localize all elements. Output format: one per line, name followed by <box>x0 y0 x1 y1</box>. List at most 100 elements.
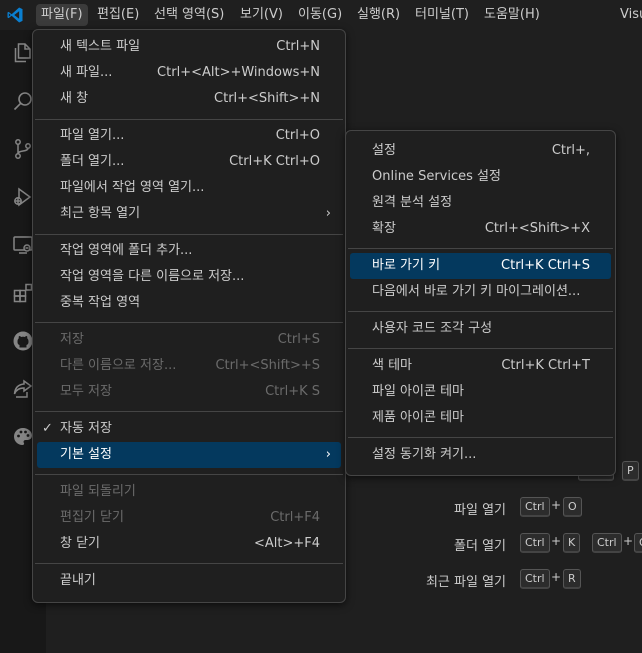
menu-item-label: 편집기 닫기 <box>60 510 124 525</box>
menu-item-label: 파일 열기... <box>60 128 125 143</box>
menu-item-new-window[interactable]: 새 창 Ctrl+<Shift>+N <box>37 86 341 112</box>
menu-item-label: 바로 가기 키 <box>372 258 441 273</box>
menu-help[interactable]: 도움말(H) <box>479 4 545 26</box>
menu-item-shortcut: Ctrl+<Shift>+X <box>484 221 590 236</box>
key-cap: K <box>563 533 581 553</box>
menu-item-save-all: 모두 저장 Ctrl+K S <box>37 379 341 405</box>
menu-item-migrate-keybindings[interactable]: 다음에서 바로 가기 키 마이그레이션... <box>350 279 611 305</box>
menu-item-label: 새 텍스트 파일 <box>60 39 141 54</box>
menu-item-save-as: 다른 이름으로 저장... Ctrl+<Shift>+S <box>37 353 341 379</box>
menu-item-open-file[interactable]: 파일 열기... Ctrl+O <box>37 123 341 149</box>
menu-item-label: 사용자 코드 조각 구성 <box>372 321 493 336</box>
menu-item-file-icon-theme[interactable]: 파일 아이콘 테마 <box>350 379 611 405</box>
plus-sign: + <box>551 570 562 584</box>
menu-item-shortcut: Ctrl+K S <box>265 384 320 399</box>
menu-item-shortcut: Ctrl+<Alt>+Windows+N <box>157 65 320 80</box>
menu-item-label: 기본 설정 <box>60 447 112 462</box>
menu-item-label: 작업 영역에 폴더 추가... <box>60 243 193 258</box>
menu-separator <box>348 437 613 438</box>
menu-item-save-workspace-as[interactable]: 작업 영역을 다른 이름으로 저장... <box>37 264 341 290</box>
menu-item-color-theme[interactable]: 색 테마 Ctrl+K Ctrl+T <box>350 353 611 379</box>
menu-item-shortcut: <Alt>+F4 <box>253 536 320 551</box>
chevron-right-icon: › <box>325 206 331 221</box>
plus-sign: + <box>623 534 634 548</box>
key-cap: Ctrl <box>520 533 550 553</box>
shortcut-label: 최근 파일 열기 <box>425 575 506 590</box>
menu-item-label: Online Services 설정 <box>372 169 501 184</box>
menu-item-label: 파일에서 작업 영역 열기... <box>60 180 205 195</box>
menu-separator <box>348 311 613 312</box>
check-icon: ✓ <box>42 421 53 436</box>
menu-item-shortcut: Ctrl+S <box>277 332 320 347</box>
menu-item-shortcut: Ctrl+<Shift>+N <box>214 91 320 106</box>
menu-item-label: 다른 이름으로 저장... <box>60 358 177 373</box>
menu-edit[interactable]: 편집(E) <box>92 4 144 26</box>
menu-item-new-file[interactable]: 새 파일... Ctrl+<Alt>+Windows+N <box>37 60 341 86</box>
menu-item-extensions[interactable]: 확장 Ctrl+<Shift>+X <box>350 216 611 242</box>
menu-item-online-services-settings[interactable]: Online Services 설정 <box>350 164 611 190</box>
menu-item-shortcut: Ctrl+N <box>276 39 320 54</box>
menu-separator <box>35 234 343 235</box>
shortcut-label: 파일 열기 <box>454 503 506 518</box>
menu-item-save: 저장 Ctrl+S <box>37 327 341 353</box>
menu-item-label: 자동 저장 <box>60 421 112 436</box>
menu-item-revert-file: 파일 되돌리기 <box>37 479 341 505</box>
menu-item-telemetry-settings[interactable]: 원격 분석 설정 <box>350 190 611 216</box>
menu-item-exit[interactable]: 끝내기 <box>37 568 341 594</box>
title-bar: 파일(F) 편집(E) 선택 영역(S) 보기(V) 이동(G) 실행(R) 터… <box>0 0 642 30</box>
menu-file[interactable]: 파일(F) <box>36 4 88 26</box>
menu-terminal[interactable]: 터미널(T) <box>410 4 474 26</box>
menu-item-label: 작업 영역을 다른 이름으로 저장... <box>60 269 245 284</box>
menu-item-new-text-file[interactable]: 새 텍스트 파일 Ctrl+N <box>37 34 341 60</box>
vscode-logo-icon <box>7 7 23 23</box>
menu-run[interactable]: 실행(R) <box>352 4 405 26</box>
menu-view[interactable]: 보기(V) <box>235 4 288 26</box>
menu-item-label: 끝내기 <box>60 573 96 588</box>
menu-item-label: 창 닫기 <box>60 536 101 551</box>
menu-item-product-icon-theme[interactable]: 제품 아이콘 테마 <box>350 405 611 431</box>
menu-item-label: 새 파일... <box>60 65 113 80</box>
menu-item-configure-snippets[interactable]: 사용자 코드 조각 구성 <box>350 316 611 342</box>
menu-item-settings[interactable]: 설정 Ctrl+, <box>350 138 611 164</box>
key-cap: O <box>563 497 582 517</box>
menu-item-label: 중복 작업 영역 <box>60 295 141 310</box>
menu-item-label: 제품 아이콘 테마 <box>372 410 464 425</box>
plus-sign: + <box>551 534 562 548</box>
menu-item-close-window[interactable]: 창 닫기 <Alt>+F4 <box>37 531 341 557</box>
menu-item-label: 폴더 열기... <box>60 154 125 169</box>
menu-go[interactable]: 이동(G) <box>293 4 347 26</box>
menu-item-keyboard-shortcuts[interactable]: 바로 가기 키 Ctrl+K Ctrl+S <box>350 253 611 279</box>
window-title: Visu <box>620 7 642 22</box>
menu-item-label: 원격 분석 설정 <box>372 195 453 210</box>
menu-item-label: 설정 동기화 켜기... <box>372 447 477 462</box>
menu-separator <box>348 348 613 349</box>
menu-separator <box>35 474 343 475</box>
menu-separator <box>35 411 343 412</box>
menu-item-open-recent[interactable]: 최근 항목 열기 › <box>37 201 341 227</box>
menu-item-auto-save[interactable]: ✓ 자동 저장 <box>37 416 341 442</box>
key-cap: Ctrl <box>520 497 550 517</box>
menu-item-shortcut: Ctrl+F4 <box>270 510 320 525</box>
menu-separator <box>35 322 343 323</box>
menu-item-add-folder-to-workspace[interactable]: 작업 영역에 폴더 추가... <box>37 238 341 264</box>
file-menu: 새 텍스트 파일 Ctrl+N 새 파일... Ctrl+<Alt>+Windo… <box>32 29 346 603</box>
menu-item-preferences[interactable]: 기본 설정 › <box>37 442 341 468</box>
menu-item-open-workspace-from-file[interactable]: 파일에서 작업 영역 열기... <box>37 175 341 201</box>
menu-item-label: 확장 <box>372 221 396 236</box>
menu-separator <box>35 119 343 120</box>
menu-item-label: 다음에서 바로 가기 키 마이그레이션... <box>372 284 581 299</box>
menu-item-shortcut: Ctrl+, <box>551 143 590 158</box>
menu-item-turn-on-settings-sync[interactable]: 설정 동기화 켜기... <box>350 442 611 468</box>
menu-item-label: 모두 저장 <box>60 384 112 399</box>
preferences-submenu: 설정 Ctrl+, Online Services 설정 원격 분석 설정 확장… <box>345 130 616 476</box>
shortcut-label: 폴더 열기 <box>454 539 506 554</box>
menu-item-duplicate-workspace[interactable]: 중복 작업 영역 <box>37 290 341 316</box>
menu-item-close-editor: 편집기 닫기 Ctrl+F4 <box>37 505 341 531</box>
menu-item-open-folder[interactable]: 폴더 열기... Ctrl+K Ctrl+O <box>37 149 341 175</box>
key-cap: P <box>622 461 639 481</box>
menu-item-shortcut: Ctrl+O <box>275 128 320 143</box>
menu-separator <box>35 563 343 564</box>
menu-item-shortcut: Ctrl+<Shift>+S <box>215 358 320 373</box>
key-cap: R <box>563 569 581 589</box>
menu-selection[interactable]: 선택 영역(S) <box>149 4 229 26</box>
